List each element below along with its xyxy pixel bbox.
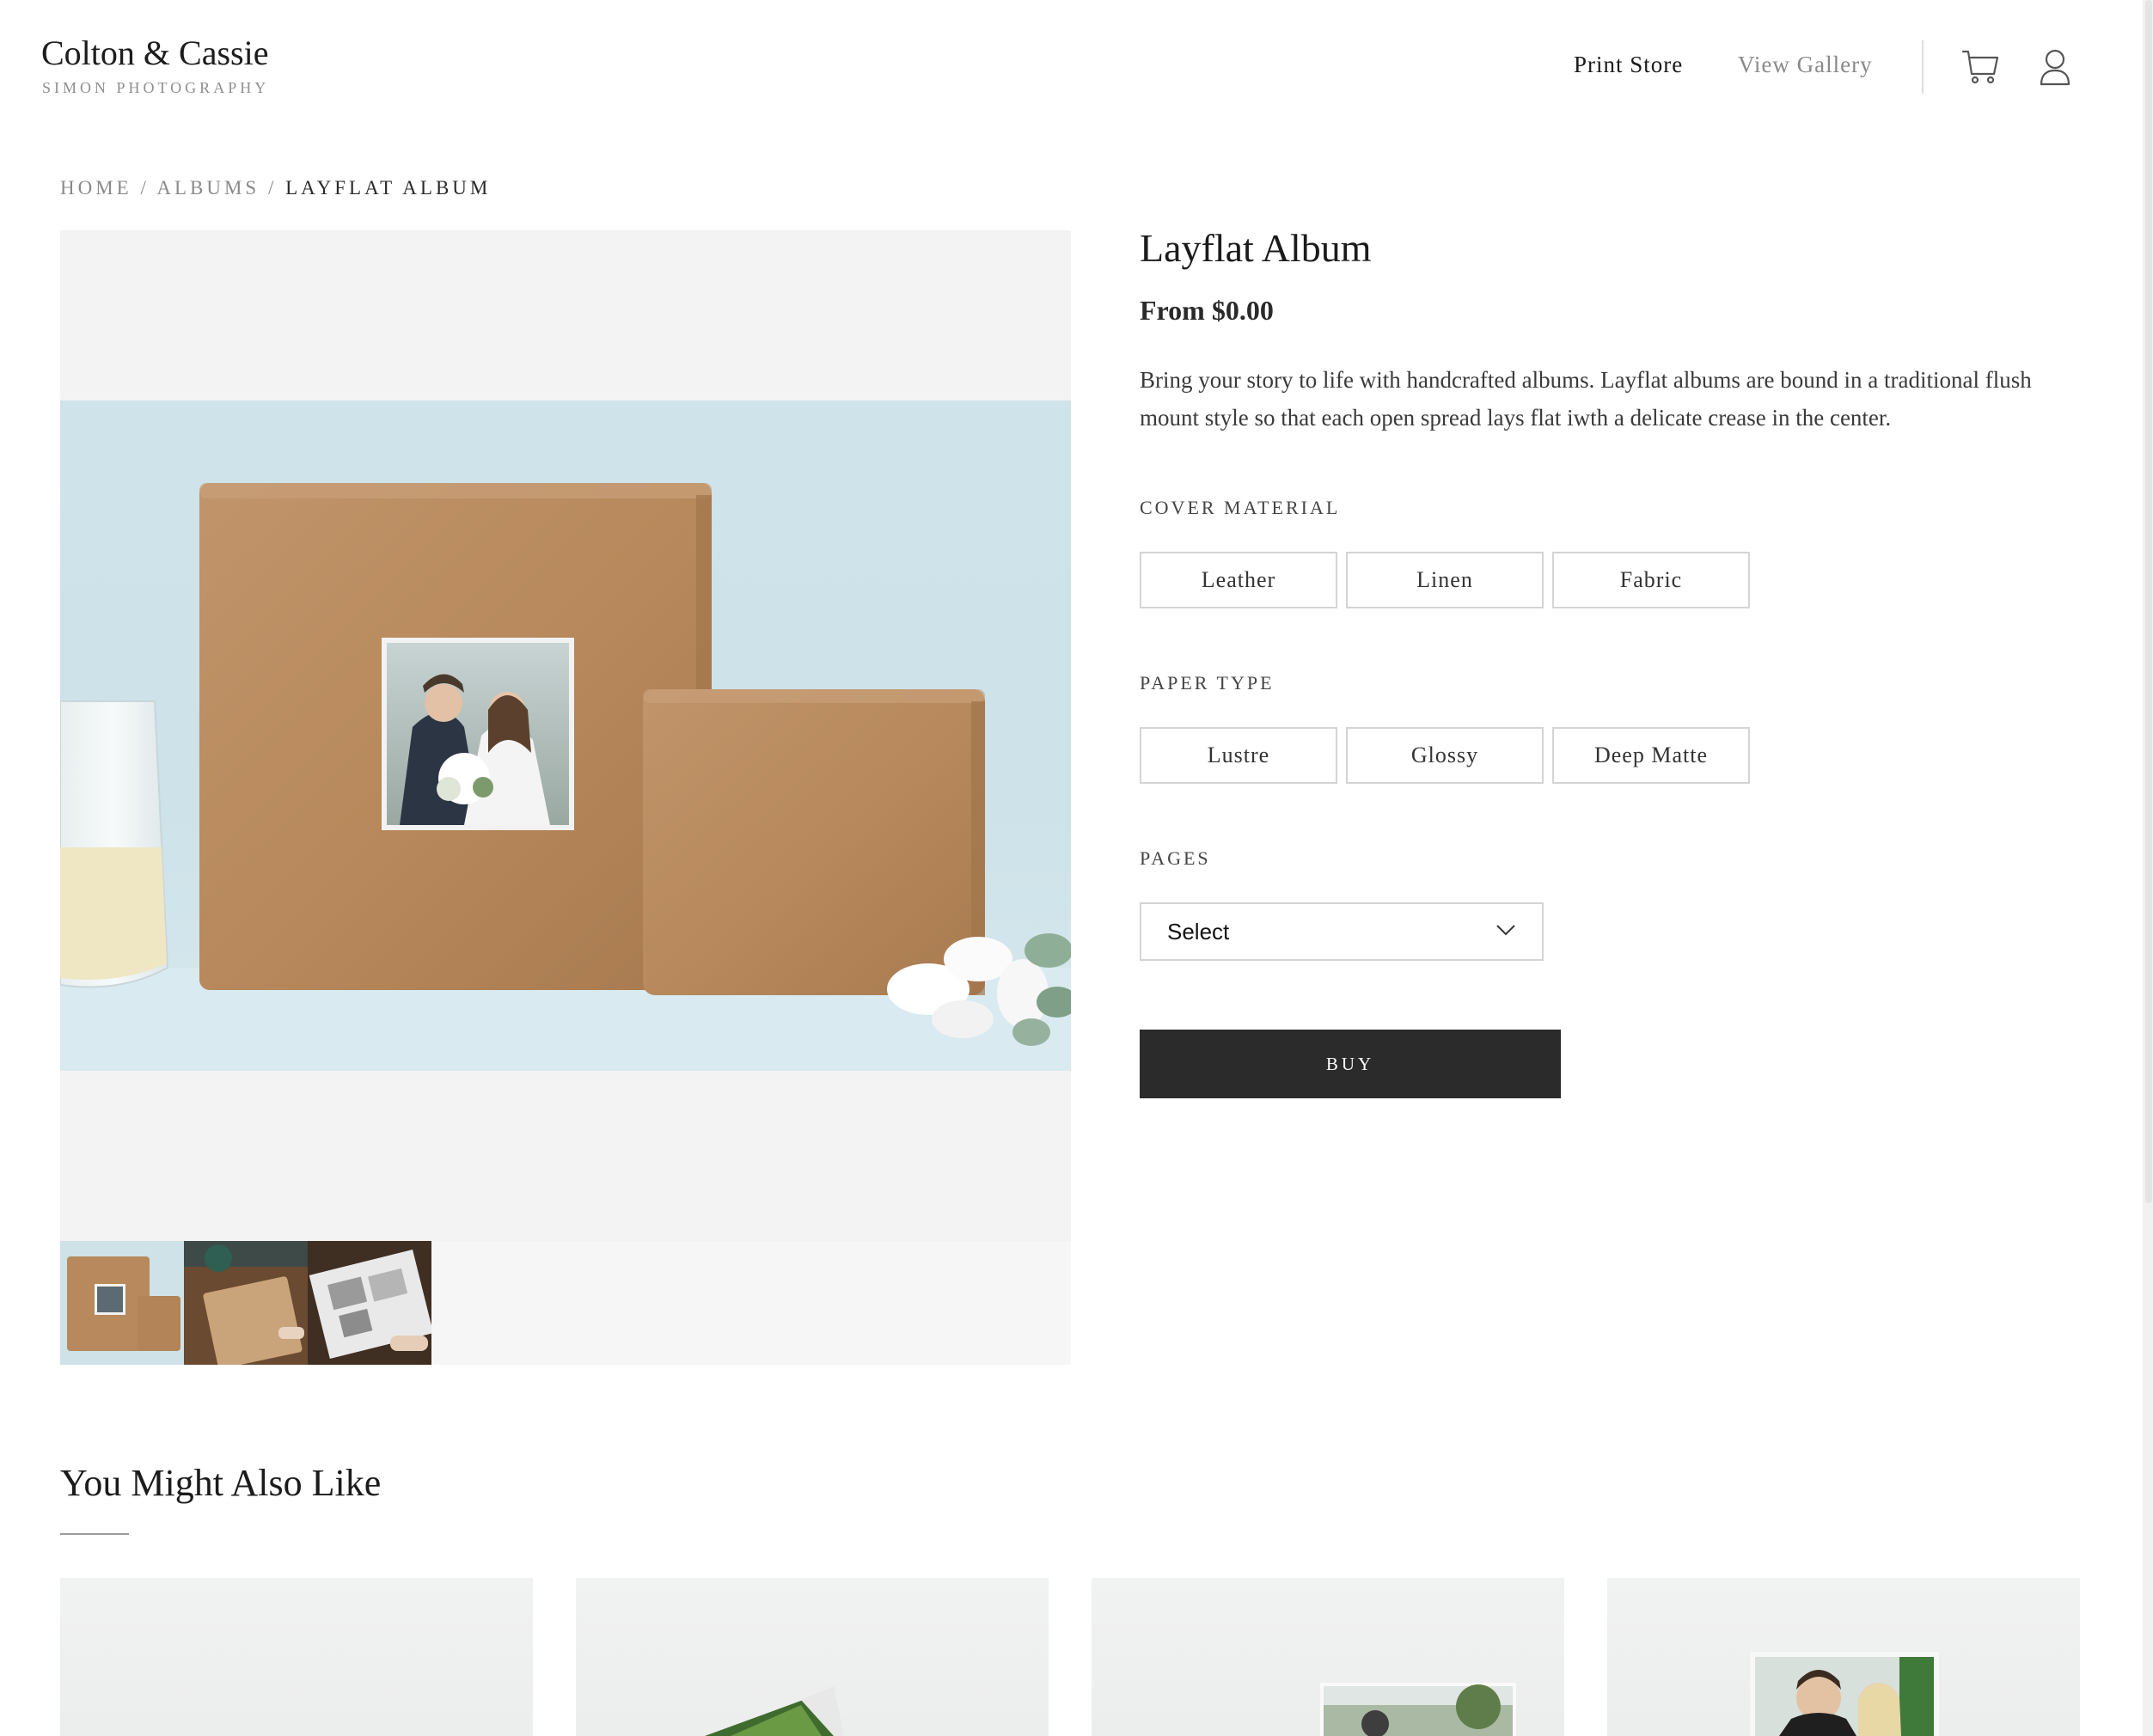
breadcrumb: HOME / ALBUMS / LAYFLAT ALBUM bbox=[60, 177, 491, 199]
user-icon[interactable] bbox=[2038, 48, 2081, 91]
thumbnail-3[interactable] bbox=[308, 1241, 431, 1365]
nav-print-store[interactable]: Print Store bbox=[1574, 52, 1683, 78]
scrollbar-thumb[interactable] bbox=[2145, 0, 2152, 1203]
breadcrumb-albums[interactable]: ALBUMS bbox=[156, 177, 260, 199]
breadcrumb-home[interactable]: HOME bbox=[60, 177, 132, 199]
brand-title[interactable]: Colton & Cassie bbox=[41, 33, 268, 73]
nav-divider bbox=[1922, 40, 1924, 94]
cover-material-label: COVER MATERIAL bbox=[1140, 497, 1341, 518]
thumbnail-2[interactable] bbox=[184, 1241, 308, 1365]
nav-view-gallery[interactable]: View Gallery bbox=[1738, 52, 1873, 78]
product-main-image[interactable] bbox=[60, 400, 1071, 1071]
cover-leather-button[interactable]: Leather bbox=[1140, 552, 1337, 608]
recommendation-card-3[interactable] bbox=[1092, 1578, 1564, 1736]
product-description: Bring your story to life with handcrafte… bbox=[1140, 367, 2032, 431]
paper-lustre-button[interactable]: Lustre bbox=[1140, 727, 1337, 784]
cover-linen-button[interactable]: Linen bbox=[1346, 552, 1544, 608]
paper-deep-matte-button[interactable]: Deep Matte bbox=[1552, 727, 1750, 784]
recommendations-title: You Might Also Like bbox=[60, 1462, 382, 1504]
chevron-down-icon bbox=[1496, 925, 1515, 936]
pages-label: PAGES bbox=[1140, 847, 1211, 869]
pages-select[interactable]: Select bbox=[1140, 902, 1544, 961]
paper-glossy-button[interactable]: Glossy bbox=[1346, 727, 1544, 784]
recommendation-card-1[interactable] bbox=[60, 1578, 533, 1736]
recommendation-card-2[interactable] bbox=[576, 1578, 1049, 1736]
cart-icon[interactable] bbox=[1961, 48, 2004, 91]
breadcrumb-current: LAYFLAT ALBUM bbox=[285, 177, 492, 199]
breadcrumb-separator: / bbox=[267, 177, 278, 199]
breadcrumb-separator: / bbox=[140, 177, 150, 199]
recommendations-underline bbox=[60, 1533, 129, 1535]
thumbnail-1[interactable] bbox=[60, 1241, 184, 1365]
brand-subtitle: SIMON PHOTOGRAPHY bbox=[42, 79, 270, 96]
product-price: From $0.00 bbox=[1140, 295, 1274, 326]
cover-fabric-button[interactable]: Fabric bbox=[1552, 552, 1750, 608]
buy-button[interactable]: BUY bbox=[1140, 1030, 1561, 1098]
pages-select-value: Select bbox=[1167, 918, 1230, 944]
product-title: Layflat Album bbox=[1140, 226, 1372, 270]
recommendation-card-4[interactable] bbox=[1607, 1578, 2080, 1736]
paper-type-label: PAPER TYPE bbox=[1140, 672, 1275, 694]
